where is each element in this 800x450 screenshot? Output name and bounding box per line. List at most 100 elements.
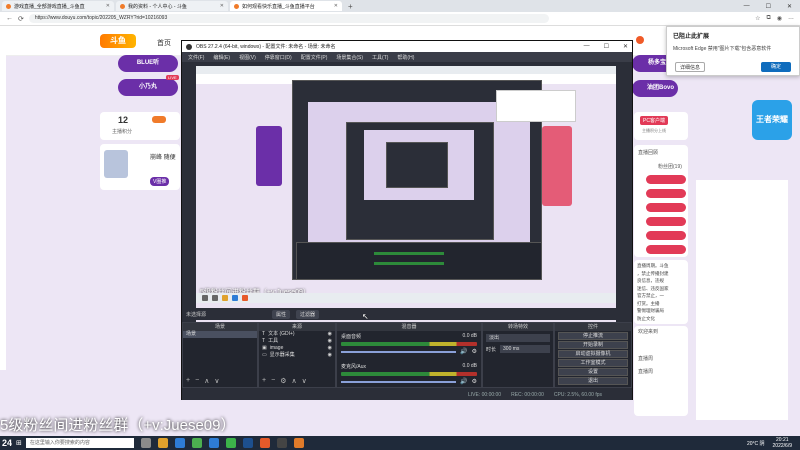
- task-view-icon[interactable]: [140, 438, 151, 448]
- menu-help[interactable]: 帮助(H): [397, 54, 414, 61]
- eye-icon[interactable]: ◉: [328, 338, 332, 345]
- eye-icon[interactable]: ◉: [328, 352, 332, 359]
- browser-tab-2[interactable]: 我的资料 - 个人中心 - 斗鱼 ✕: [116, 1, 228, 11]
- streamer-card[interactable]: 崩峰 随便 V圈推: [100, 144, 180, 190]
- volume-slider[interactable]: [341, 380, 457, 383]
- menu-docks[interactable]: 停靠窗口(D): [265, 54, 292, 61]
- browser-tab-1[interactable]: 游戏直播_全部游戏直播_斗鱼直 ✕: [2, 1, 114, 11]
- menu-edit[interactable]: 编辑(E): [213, 54, 230, 61]
- transition-select[interactable]: 淡出: [486, 334, 550, 342]
- menu-scene-collection[interactable]: 场景集合(S): [336, 54, 363, 61]
- minimize-icon[interactable]: —: [584, 43, 590, 50]
- chrome-icon[interactable]: [191, 438, 202, 448]
- pc-client-card[interactable]: PC客户端 主播积分上线: [634, 112, 688, 140]
- studio-mode-button[interactable]: 工作室模式: [558, 359, 628, 367]
- remove-icon[interactable]: −: [195, 377, 199, 385]
- source-item[interactable]: T 文本 (GDI+) ◉: [259, 331, 335, 338]
- obs-window-controls[interactable]: — ☐ ✕: [584, 43, 628, 50]
- add-icon[interactable]: +: [262, 377, 266, 385]
- wechat-icon[interactable]: [225, 438, 236, 448]
- ok-button[interactable]: 确定: [761, 62, 791, 72]
- nav-home-link[interactable]: 首页: [157, 38, 171, 48]
- details-button[interactable]: 详细信息: [675, 62, 705, 72]
- file-explorer-icon[interactable]: [157, 438, 168, 448]
- clock[interactable]: 20:21 2022/6/9: [773, 437, 792, 449]
- douyu-logo[interactable]: 斗鱼: [100, 34, 136, 48]
- menu-view[interactable]: 视图(V): [239, 54, 256, 61]
- douyu-app-icon[interactable]: [259, 438, 270, 448]
- menu-tools[interactable]: 工具(T): [372, 54, 388, 61]
- edge-icon[interactable]: [174, 438, 185, 448]
- list-item[interactable]: [646, 175, 686, 184]
- list-item[interactable]: [646, 245, 686, 254]
- more-icon[interactable]: …: [788, 15, 794, 22]
- scene-item[interactable]: 场景: [183, 331, 257, 338]
- remove-icon[interactable]: −: [271, 377, 275, 385]
- volume-slider[interactable]: [341, 350, 457, 353]
- move-up-icon[interactable]: ∧: [204, 377, 209, 385]
- list-item[interactable]: [646, 189, 686, 198]
- streamer-pill-left-2[interactable]: 小乃丸: [118, 79, 178, 96]
- menu-profile[interactable]: 配置文件(P): [301, 54, 328, 61]
- add-icon[interactable]: +: [186, 377, 190, 385]
- maximize-icon[interactable]: ☐: [604, 43, 609, 50]
- gear-icon[interactable]: ⚙: [280, 377, 286, 385]
- promo-badge[interactable]: 王者荣耀: [752, 100, 792, 140]
- gear-icon[interactable]: ⚙: [472, 348, 477, 355]
- close-tab-icon[interactable]: ✕: [334, 3, 338, 9]
- new-tab-icon[interactable]: +: [348, 2, 353, 11]
- streamer-pill-left-1[interactable]: BLUE听: [118, 55, 178, 72]
- streamer-pill-right-2[interactable]: 油团Bovo: [632, 80, 678, 97]
- eye-icon[interactable]: ◉: [328, 331, 332, 338]
- stop-streaming-button[interactable]: 停止推流: [558, 332, 628, 340]
- speaker-icon[interactable]: 🔊: [460, 378, 467, 385]
- move-down-icon[interactable]: ∨: [214, 377, 219, 385]
- list-title-2[interactable]: 粉丝团(19): [658, 163, 682, 170]
- app-icon[interactable]: [293, 438, 304, 448]
- list-item[interactable]: [646, 203, 686, 212]
- window-controls[interactable]: — ☐ ✕: [744, 3, 792, 10]
- profile-icon[interactable]: ◉: [777, 15, 782, 22]
- weather-status[interactable]: 20°C 阴: [747, 440, 765, 447]
- obs-preview-canvas[interactable]: [196, 66, 616, 324]
- edge-icon[interactable]: [208, 438, 219, 448]
- menu-file[interactable]: 文件(F): [188, 54, 204, 61]
- list-title-1[interactable]: 直播回顾: [638, 149, 658, 156]
- settings-button[interactable]: 设置: [558, 368, 628, 376]
- move-up-icon[interactable]: ∧: [291, 377, 296, 385]
- source-item[interactable]: ▣ image ◉: [259, 345, 335, 352]
- virtual-camera-button[interactable]: 启动虚拟摄像机: [558, 350, 628, 358]
- speaker-icon[interactable]: 🔊: [460, 348, 467, 355]
- url-input[interactable]: https://www.douyu.com/topic/202205_WZRY?…: [28, 14, 549, 23]
- steam-icon[interactable]: [242, 438, 253, 448]
- pc-download-button[interactable]: PC客户端: [640, 116, 668, 125]
- edge-extension-popup: 已阻止此扩展 Microsoft Edge 禁用"图片下载"包含恶意软件 详细信…: [666, 26, 800, 76]
- taskbar-search-input[interactable]: 在这里输入你要搜索的内容: [25, 438, 134, 448]
- gear-icon[interactable]: ⚙: [472, 378, 477, 385]
- search-icon[interactable]: [636, 36, 644, 44]
- browser-tab-3[interactable]: 如何观看快乐直播_斗鱼直播平台 ✕: [230, 1, 342, 11]
- obs-app-icon[interactable]: [276, 438, 287, 448]
- close-window-icon[interactable]: ✕: [623, 43, 628, 50]
- star-icon[interactable]: ☆: [755, 15, 760, 22]
- list-item[interactable]: [646, 231, 686, 240]
- eye-icon[interactable]: ◉: [328, 345, 332, 352]
- close-tab-icon[interactable]: ✕: [220, 3, 224, 9]
- back-icon[interactable]: ←: [6, 15, 13, 22]
- start-recording-button[interactable]: 开始录制: [558, 341, 628, 349]
- close-tab-icon[interactable]: ✕: [106, 3, 110, 9]
- properties-button[interactable]: 属性: [272, 309, 291, 319]
- windows-start-icon[interactable]: ⊞: [16, 439, 22, 447]
- maximize-icon[interactable]: ☐: [766, 3, 771, 10]
- minimize-icon[interactable]: —: [744, 3, 750, 10]
- extensions-icon[interactable]: ⧉: [766, 15, 770, 22]
- source-item[interactable]: T 工具 ◉: [259, 338, 335, 345]
- exit-button[interactable]: 退出: [558, 377, 628, 385]
- list-item[interactable]: [646, 217, 686, 226]
- close-window-icon[interactable]: ✕: [787, 3, 792, 10]
- duration-input[interactable]: 300 ms: [500, 345, 550, 353]
- refresh-icon[interactable]: ⟳: [18, 15, 24, 23]
- source-item[interactable]: ▭ 显示器采集 ◉: [259, 352, 335, 359]
- filters-button[interactable]: 过滤器: [296, 309, 320, 319]
- move-down-icon[interactable]: ∨: [302, 377, 307, 385]
